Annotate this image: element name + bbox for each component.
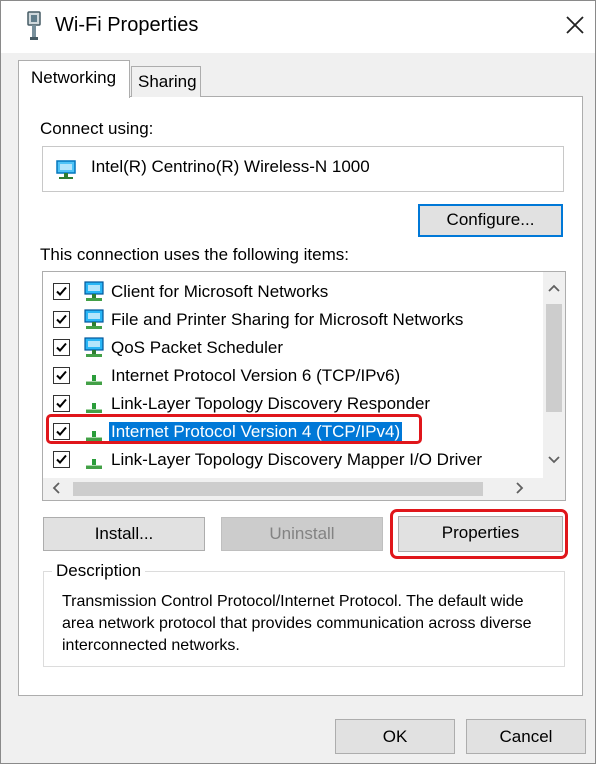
network-service-icon <box>84 337 104 357</box>
configure-button[interactable]: Configure... <box>418 204 563 237</box>
chevron-left-icon <box>52 482 60 494</box>
close-icon <box>566 16 584 34</box>
item-checkbox[interactable] <box>53 423 70 440</box>
wifi-adapter-icon <box>27 11 41 40</box>
checkmark-icon <box>56 342 67 352</box>
item-label: Client for Microsoft Networks <box>111 282 329 301</box>
title-bar: Wi-Fi Properties <box>1 1 595 53</box>
chevron-down-icon <box>548 456 560 464</box>
item-checkbox[interactable] <box>53 311 70 328</box>
adapter-name: Intel(R) Centrino(R) Wireless-N 1000 <box>91 157 370 176</box>
item-label: Internet Protocol Version 4 (TCP/IPv4) <box>109 422 403 442</box>
checkmark-icon <box>56 426 67 436</box>
item-label: Link-Layer Topology Discovery Responder <box>111 394 431 413</box>
item-checkbox[interactable] <box>53 395 70 412</box>
tab-sharing[interactable]: Sharing <box>131 66 201 97</box>
scroll-left-arrow[interactable] <box>45 482 67 497</box>
item-checkbox[interactable] <box>53 339 70 356</box>
item-label: Internet Protocol Version 6 (TCP/IPv6) <box>111 366 401 385</box>
vertical-scrollbar[interactable] <box>543 272 565 478</box>
checkmark-icon <box>56 370 67 380</box>
checkmark-icon <box>56 454 67 464</box>
list-item[interactable]: QoS Packet Scheduler <box>43 334 543 362</box>
close-button[interactable] <box>559 9 591 41</box>
list-item[interactable]: Client for Microsoft Networks <box>43 278 543 306</box>
checkmark-icon <box>56 314 67 324</box>
adapter-field: Intel(R) Centrino(R) Wireless-N 1000 <box>42 146 564 192</box>
vertical-scroll-thumb[interactable] <box>546 304 562 412</box>
scroll-right-arrow[interactable] <box>509 482 531 497</box>
description-text: Transmission Control Protocol/Internet P… <box>62 593 532 654</box>
install-button[interactable]: Install... <box>43 517 205 551</box>
window-title: Wi-Fi Properties <box>55 14 199 36</box>
network-client-icon <box>84 281 104 301</box>
item-label: Link-Layer Topology Discovery Mapper I/O… <box>111 450 482 469</box>
protocol-icon <box>86 431 102 441</box>
protocol-icon <box>86 459 102 469</box>
protocol-icon <box>86 403 102 413</box>
scroll-up-arrow[interactable] <box>543 280 565 295</box>
horizontal-scrollbar[interactable] <box>43 478 565 500</box>
tab-networking[interactable]: Networking <box>18 60 130 98</box>
ok-button[interactable]: OK <box>335 719 455 754</box>
uninstall-button: Uninstall <box>221 517 383 551</box>
item-label: QoS Packet Scheduler <box>111 338 283 357</box>
list-item[interactable]: Link-Layer Topology Discovery Mapper I/O… <box>43 446 543 474</box>
checkmark-icon <box>56 398 67 408</box>
items-list: Client for Microsoft Networks File and P… <box>42 271 566 501</box>
connect-using-label: Connect using: <box>40 119 154 138</box>
network-adapter-icon <box>56 160 76 179</box>
item-checkbox[interactable] <box>53 283 70 300</box>
description-title: Description <box>52 561 146 581</box>
network-service-icon <box>84 309 104 329</box>
chevron-up-icon <box>548 284 560 292</box>
cancel-button[interactable]: Cancel <box>466 719 586 754</box>
item-label: File and Printer Sharing for Microsoft N… <box>111 310 464 329</box>
checkmark-icon <box>56 286 67 296</box>
list-item[interactable]: Link-Layer Topology Discovery Responder <box>43 390 543 418</box>
list-item-selected[interactable]: Internet Protocol Version 4 (TCP/IPv4) <box>43 418 543 446</box>
chevron-right-icon <box>516 482 524 494</box>
list-item[interactable]: File and Printer Sharing for Microsoft N… <box>43 306 543 334</box>
scroll-down-arrow[interactable] <box>543 452 565 467</box>
protocol-icon <box>86 375 102 385</box>
list-item[interactable]: Internet Protocol Version 6 (TCP/IPv6) <box>43 362 543 390</box>
horizontal-scroll-thumb[interactable] <box>73 482 483 496</box>
properties-button[interactable]: Properties <box>398 516 563 552</box>
item-checkbox[interactable] <box>53 367 70 384</box>
items-section-label: This connection uses the following items… <box>40 245 349 264</box>
item-checkbox[interactable] <box>53 451 70 468</box>
